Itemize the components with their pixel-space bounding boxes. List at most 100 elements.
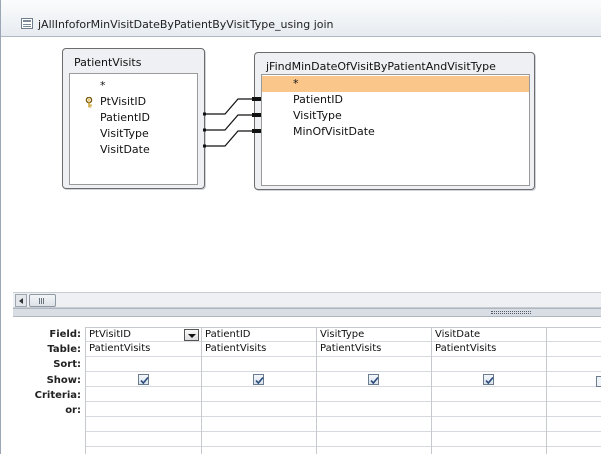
table-value: PatientVisits bbox=[435, 343, 497, 354]
field-label: * bbox=[100, 79, 106, 92]
field-label: VisitType bbox=[100, 127, 149, 140]
sort-cell[interactable] bbox=[86, 357, 201, 372]
table-cell[interactable]: PatientVisits bbox=[432, 342, 546, 357]
checkmark-icon bbox=[370, 376, 379, 385]
or-cell[interactable] bbox=[202, 432, 316, 447]
field-row-patientid[interactable]: PatientID bbox=[262, 92, 529, 108]
join-line-visitdate bbox=[205, 130, 261, 147]
show-checkbox[interactable] bbox=[368, 374, 379, 385]
or-cell[interactable] bbox=[547, 432, 601, 447]
criteria-cell[interactable] bbox=[86, 387, 201, 402]
splitter-grip[interactable] bbox=[491, 311, 531, 314]
field-list[interactable]: * PtVisitID PatientID VisitType VisitDat… bbox=[69, 73, 198, 185]
table-value: PatientVisits bbox=[89, 343, 151, 354]
field-row-minofvisitdate[interactable]: MinOfVisitDate bbox=[262, 124, 529, 140]
criteria-cell[interactable] bbox=[202, 387, 316, 402]
field-value: VisitDate bbox=[435, 329, 481, 340]
or-cell[interactable] bbox=[432, 417, 546, 432]
or-cell[interactable] bbox=[202, 402, 316, 417]
field-row-visittype[interactable]: VisitType bbox=[262, 108, 529, 124]
or-cell[interactable] bbox=[432, 402, 546, 417]
row-label-criteria: Criteria: bbox=[34, 390, 81, 401]
or-cell[interactable] bbox=[432, 432, 546, 447]
or-cell[interactable] bbox=[547, 417, 601, 432]
show-cell[interactable] bbox=[432, 372, 546, 387]
row-label-sort: Sort: bbox=[53, 359, 81, 370]
sort-cell[interactable] bbox=[547, 357, 601, 372]
table-box-jfindmindate[interactable]: jFindMinDateOfVisitByPatientAndVisitType… bbox=[254, 52, 535, 190]
field-cell[interactable]: VisitType bbox=[317, 327, 431, 342]
scroll-thumb[interactable] bbox=[29, 294, 56, 307]
table-cell[interactable]: PatientVisits bbox=[86, 342, 201, 357]
table-box-patientvisits[interactable]: PatientVisits * PtVisitID PatientID Visi… bbox=[62, 48, 205, 189]
field-row-visittype[interactable]: VisitType bbox=[70, 126, 197, 142]
table-value: PatientVisits bbox=[320, 343, 382, 354]
grid-column-3[interactable]: VisitType PatientVisits bbox=[316, 327, 431, 454]
chevron-down-icon[interactable] bbox=[184, 329, 199, 341]
row-label-table: Table: bbox=[47, 344, 81, 355]
design-horizontal-scrollbar[interactable] bbox=[13, 292, 601, 308]
field-label: PatientID bbox=[293, 93, 344, 106]
table-cell[interactable]: PatientVisits bbox=[202, 342, 316, 357]
or-cell[interactable] bbox=[317, 402, 431, 417]
field-label: * bbox=[293, 77, 299, 90]
field-cell[interactable]: PtVisitID bbox=[86, 327, 201, 342]
or-cell[interactable] bbox=[317, 417, 431, 432]
table-title: PatientVisits bbox=[74, 56, 142, 69]
show-cell[interactable] bbox=[86, 372, 201, 387]
table-cell[interactable] bbox=[547, 342, 601, 357]
query-grid: Field: Table: Sort: Show: Criteria: or: … bbox=[13, 317, 601, 454]
field-label: VisitType bbox=[293, 109, 342, 122]
criteria-cell[interactable] bbox=[317, 387, 431, 402]
checkmark-icon bbox=[255, 376, 264, 385]
criteria-cell[interactable] bbox=[432, 387, 546, 402]
grid-column-5-empty[interactable] bbox=[546, 327, 601, 454]
field-value: PtVisitID bbox=[89, 329, 131, 340]
show-checkbox[interactable] bbox=[138, 374, 149, 385]
sort-cell[interactable] bbox=[317, 357, 431, 372]
sort-cell[interactable] bbox=[202, 357, 316, 372]
or-cell[interactable] bbox=[317, 432, 431, 447]
query-window-icon bbox=[21, 18, 33, 29]
table-cell[interactable]: PatientVisits bbox=[317, 342, 431, 357]
field-row-star-selected[interactable]: * bbox=[262, 76, 529, 92]
row-label-or: or: bbox=[65, 405, 81, 416]
sort-cell[interactable] bbox=[432, 357, 546, 372]
criteria-cell[interactable] bbox=[547, 387, 601, 402]
pane-splitter[interactable] bbox=[13, 308, 601, 317]
field-label: PtVisitID bbox=[100, 95, 147, 108]
or-cell[interactable] bbox=[86, 417, 201, 432]
field-list[interactable]: * PatientID VisitType MinOfVisitDate bbox=[261, 74, 530, 186]
field-row-ptvisitid[interactable]: PtVisitID bbox=[70, 94, 197, 110]
checkmark-icon bbox=[485, 376, 494, 385]
or-cell[interactable] bbox=[86, 432, 201, 447]
field-cell[interactable] bbox=[547, 327, 601, 342]
arrow-left-icon[interactable] bbox=[15, 294, 27, 307]
checkmark-icon bbox=[140, 376, 149, 385]
field-cell[interactable]: VisitDate bbox=[432, 327, 546, 342]
grid-column-1[interactable]: PtVisitID PatientVisits bbox=[85, 327, 201, 454]
or-cell[interactable] bbox=[86, 402, 201, 417]
design-pane: PatientVisits * PtVisitID PatientID Visi… bbox=[1, 37, 601, 292]
show-checkbox[interactable] bbox=[253, 374, 264, 385]
show-cell[interactable] bbox=[202, 372, 316, 387]
join-line-visittype bbox=[205, 114, 261, 131]
show-checkbox-partial[interactable] bbox=[596, 376, 601, 387]
field-label: MinOfVisitDate bbox=[293, 125, 375, 138]
field-row-visitdate[interactable]: VisitDate bbox=[70, 142, 197, 158]
show-cell[interactable] bbox=[317, 372, 431, 387]
field-cell[interactable]: PatientID bbox=[202, 327, 316, 342]
grid-column-4[interactable]: VisitDate PatientVisits bbox=[431, 327, 546, 454]
or-cell[interactable] bbox=[547, 402, 601, 417]
title-bar[interactable]: jAllInfoforMinVisitDateByPatientByVisitT… bbox=[1, 0, 601, 37]
row-label-field: Field: bbox=[49, 329, 81, 340]
grid-column-2[interactable]: PatientID PatientVisits bbox=[201, 327, 316, 454]
field-row-patientid[interactable]: PatientID bbox=[70, 110, 197, 126]
table-value: PatientVisits bbox=[205, 343, 267, 354]
row-label-show: Show: bbox=[46, 375, 81, 386]
or-cell[interactable] bbox=[202, 417, 316, 432]
field-row-star[interactable]: * bbox=[70, 78, 197, 94]
key-icon bbox=[85, 97, 93, 108]
show-checkbox[interactable] bbox=[483, 374, 494, 385]
show-cell[interactable] bbox=[547, 372, 601, 387]
